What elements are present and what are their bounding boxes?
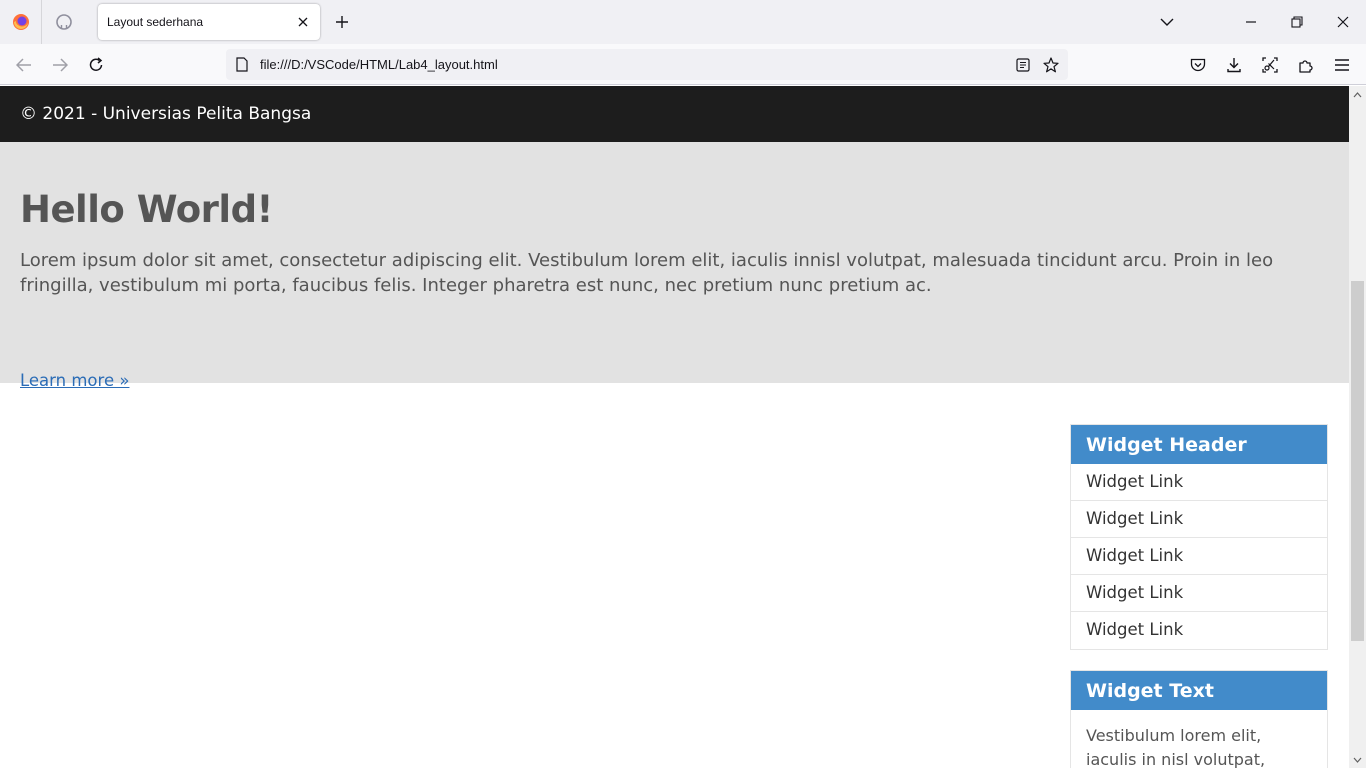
extensions-icon[interactable] <box>1293 52 1319 78</box>
screenshot-icon[interactable] <box>1257 52 1283 78</box>
page-icon <box>234 56 250 72</box>
hero-section: Hello World! Lorem ipsum dolor sit amet,… <box>0 142 1349 390</box>
close-tab-icon[interactable] <box>294 13 312 31</box>
browser-navigation-bar: file:///D:/VSCode/HTML/Lab4_layout.html <box>0 44 1366 85</box>
widget-link[interactable]: Widget Link <box>1071 464 1327 501</box>
learn-more-link[interactable]: Learn more » <box>20 371 129 390</box>
pocket-icon[interactable] <box>1185 52 1211 78</box>
widget-link[interactable]: Widget Link <box>1071 612 1327 649</box>
vertical-scrollbar[interactable] <box>1349 86 1366 768</box>
url-text[interactable]: file:///D:/VSCode/HTML/Lab4_layout.html <box>260 57 498 72</box>
page-viewport: © 2021 - Universias Pelita Bangsa Hello … <box>0 86 1349 768</box>
site-footer: © 2021 - Universias Pelita Bangsa <box>0 86 1349 142</box>
scroll-up-arrow-icon[interactable] <box>1349 86 1366 103</box>
tab-title: Layout sederhana <box>107 15 204 29</box>
widget-text: Widget Text Vestibulum lorem elit, iacul… <box>1070 670 1328 768</box>
widget-links: Widget Header Widget Link Widget Link Wi… <box>1070 424 1328 650</box>
widget-link[interactable]: Widget Link <box>1071 538 1327 575</box>
minimize-window-icon[interactable] <box>1228 0 1274 44</box>
widget-text-body: Vestibulum lorem elit, iaculis in nisl v… <box>1086 726 1266 768</box>
address-bar[interactable]: file:///D:/VSCode/HTML/Lab4_layout.html <box>226 49 1068 80</box>
footer-copyright: © 2021 - Universias Pelita Bangsa <box>20 104 312 124</box>
widget-header: Widget Header <box>1071 425 1327 464</box>
scroll-down-arrow-icon[interactable] <box>1349 751 1366 768</box>
reader-view-icon[interactable] <box>1012 54 1034 76</box>
scrollbar-thumb[interactable] <box>1351 281 1364 641</box>
widget-text-header: Widget Text <box>1071 671 1327 710</box>
widget-link[interactable]: Widget Link <box>1071 501 1327 538</box>
back-arrow-icon[interactable] <box>11 52 37 78</box>
forward-arrow-icon[interactable] <box>47 52 73 78</box>
reload-icon[interactable] <box>83 52 109 78</box>
browser-tab-bar: Layout sederhana <box>0 0 1366 44</box>
close-window-icon[interactable] <box>1320 0 1366 44</box>
list-all-tabs-icon[interactable] <box>1155 10 1179 34</box>
github-icon[interactable] <box>43 0 85 44</box>
hero-paragraph: Lorem ipsum dolor sit amet, consectetur … <box>20 250 1274 296</box>
firefox-icon[interactable] <box>0 0 42 44</box>
restore-window-icon[interactable] <box>1274 0 1320 44</box>
new-tab-icon[interactable] <box>330 10 354 34</box>
downloads-icon[interactable] <box>1221 52 1247 78</box>
bookmark-star-icon[interactable] <box>1040 54 1062 76</box>
hero-title: Hello World! <box>20 188 273 231</box>
widget-link[interactable]: Widget Link <box>1071 575 1327 612</box>
active-tab[interactable]: Layout sederhana <box>98 4 320 40</box>
hamburger-menu-icon[interactable] <box>1329 52 1355 78</box>
